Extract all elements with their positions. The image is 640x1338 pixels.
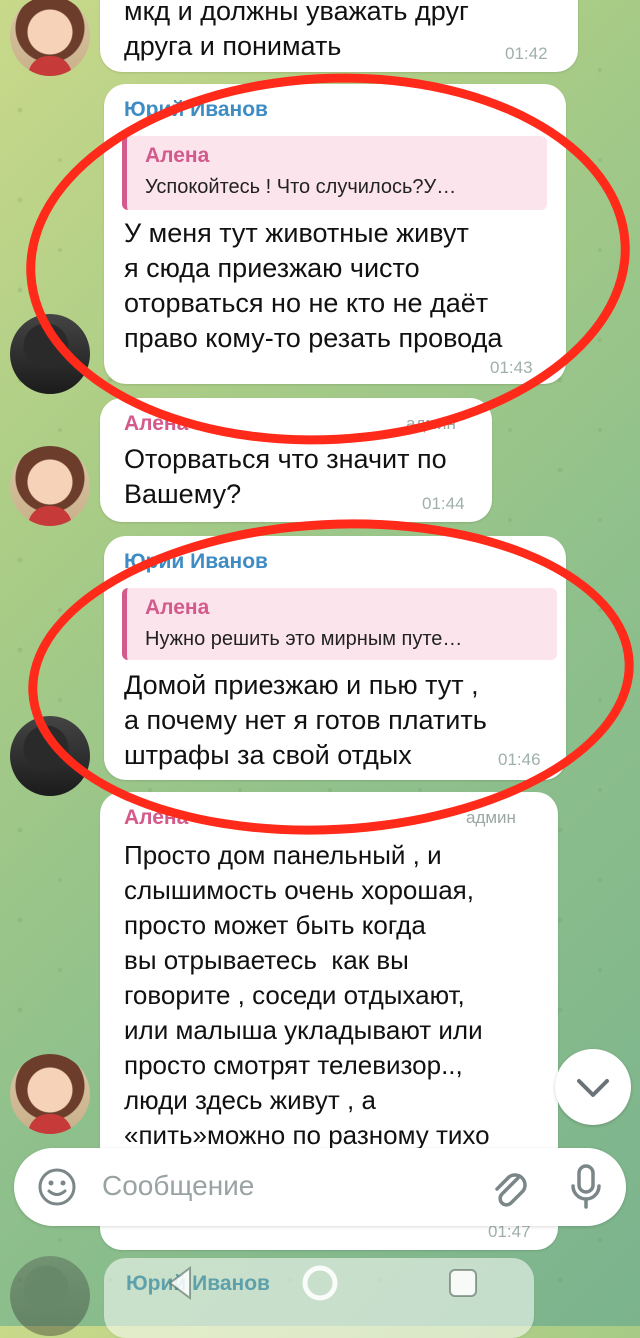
home-icon[interactable]	[297, 1260, 343, 1306]
scroll-to-bottom-button[interactable]	[555, 1049, 631, 1125]
recents-icon[interactable]	[440, 1260, 486, 1306]
message-bubble[interactable]: мкд и должны уважать друг друга и понима…	[100, 0, 578, 72]
message-text: Оторваться что значит по Вашему?	[124, 444, 447, 509]
message-text: Просто дом панельный , и слышимость очен…	[124, 840, 490, 1150]
paperclip-icon[interactable]	[488, 1164, 532, 1210]
chevron-down-icon	[577, 1079, 609, 1097]
avatar[interactable]	[10, 1054, 90, 1134]
system-navigation-bar	[0, 1240, 640, 1326]
message-composer[interactable]: Сообщение	[14, 1148, 626, 1226]
admin-badge: админ	[466, 808, 516, 827]
back-icon[interactable]	[158, 1260, 204, 1306]
message-text: мкд и должны уважать друг друга и понима…	[124, 0, 469, 61]
smile-icon[interactable]	[36, 1166, 78, 1208]
avatar[interactable]	[10, 446, 90, 526]
message-time: 01:42	[505, 44, 548, 63]
message-input[interactable]: Сообщение	[102, 1170, 254, 1202]
message-time: 01:44	[422, 494, 465, 513]
microphone-icon[interactable]	[566, 1162, 606, 1212]
